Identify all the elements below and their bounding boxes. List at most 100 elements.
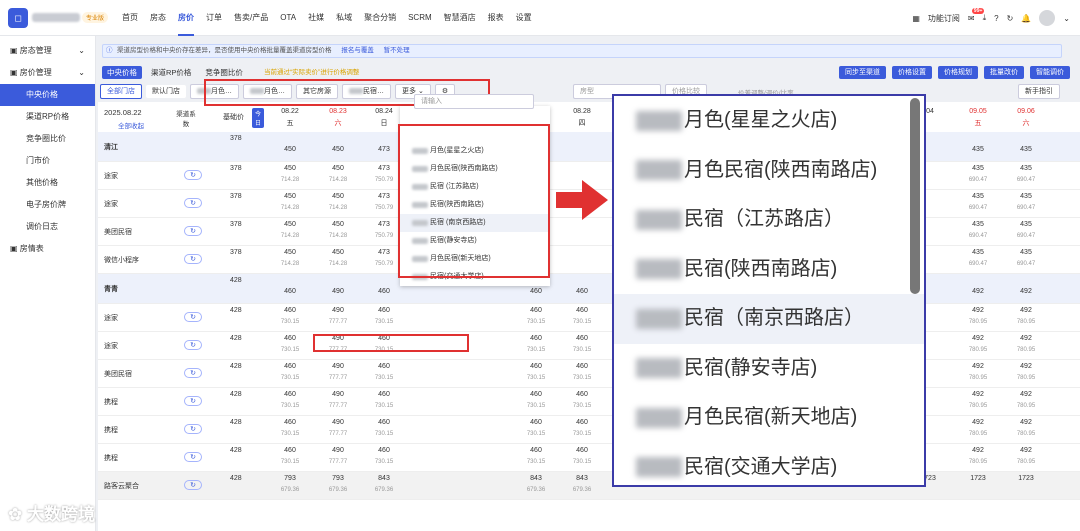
chevron-down-icon[interactable]: ⌄ [1063, 14, 1070, 23]
price-cell[interactable]: 435 [1006, 146, 1046, 153]
price-cell[interactable]: 492 [1006, 447, 1046, 454]
price-cell[interactable]: 460 [270, 419, 310, 426]
sidebar-item[interactable]: ▣ 房情表 [0, 238, 95, 260]
price-cell[interactable]: 460 [562, 447, 602, 454]
zoomed-store-option[interactable]: 月色民宿(陕西南路店) [614, 146, 924, 196]
price-cell[interactable]: 460 [270, 307, 310, 314]
price-cell[interactable]: 490 [318, 288, 358, 295]
price-cell[interactable]: 450 [270, 165, 310, 172]
channel-coef-toggle[interactable]: ↻ [184, 254, 202, 264]
channel-coef-toggle[interactable]: ↻ [184, 424, 202, 434]
price-cell[interactable]: 843 [516, 475, 556, 482]
sidebar-item[interactable]: 电子房价牌 [0, 194, 95, 216]
nav-item[interactable]: 报表 [488, 0, 504, 36]
refresh-icon[interactable]: ↻ [1007, 14, 1014, 23]
collapse-all-link[interactable]: 全部收起 [118, 120, 144, 130]
price-cell[interactable]: 435 [958, 146, 998, 153]
channel-coef-toggle[interactable]: ↻ [184, 170, 202, 180]
zoomed-store-option[interactable]: 月色(星星之火店) [614, 96, 924, 146]
price-cell[interactable]: 492 [1006, 307, 1046, 314]
price-cell[interactable]: 492 [958, 391, 998, 398]
nav-item[interactable]: OTA [280, 0, 296, 36]
channel-coef-toggle[interactable]: ↻ [184, 312, 202, 322]
price-cell[interactable]: 492 [1006, 335, 1046, 342]
sidebar-item[interactable]: 渠道RP价格 [0, 106, 95, 128]
help-icon[interactable]: ? [994, 14, 998, 23]
price-cell[interactable]: 490 [318, 447, 358, 454]
store-search-input[interactable]: 请输入 [414, 94, 534, 109]
price-cell[interactable]: 435 [958, 249, 998, 256]
price-cell[interactable]: 460 [270, 363, 310, 370]
price-cell[interactable]: 460 [562, 335, 602, 342]
price-cell[interactable]: 460 [562, 363, 602, 370]
price-cell[interactable]: 843 [364, 475, 404, 482]
price-cell[interactable]: 460 [364, 419, 404, 426]
download-icon[interactable]: ⤓ [983, 13, 987, 23]
price-cell[interactable]: 460 [364, 363, 404, 370]
price-cell[interactable]: 492 [958, 288, 998, 295]
zoomed-store-option[interactable]: 民宿(静安寺店) [614, 344, 924, 394]
channel-coef-toggle[interactable]: ↻ [184, 368, 202, 378]
price-cell[interactable]: 460 [516, 391, 556, 398]
price-cell[interactable]: 460 [364, 307, 404, 314]
zoomed-store-option[interactable]: 民宿（南京西路店） [614, 294, 924, 344]
price-cell[interactable]: 460 [516, 335, 556, 342]
price-cell[interactable]: 435 [958, 165, 998, 172]
channel-coef-toggle[interactable]: ↻ [184, 226, 202, 236]
bell-icon[interactable]: 🔔 [1021, 14, 1031, 23]
price-cell[interactable]: 492 [958, 335, 998, 342]
price-cell[interactable]: 460 [562, 419, 602, 426]
tab[interactable]: 渠道RP价格 [146, 66, 196, 79]
price-cell[interactable]: 460 [364, 447, 404, 454]
nav-item[interactable]: 房态 [150, 0, 166, 36]
price-cell[interactable]: 460 [562, 391, 602, 398]
default-store-button[interactable]: 默认门店 [146, 85, 186, 98]
price-cell[interactable]: 460 [562, 307, 602, 314]
price-cell[interactable]: 490 [318, 363, 358, 370]
price-cell[interactable]: 460 [562, 288, 602, 295]
notification-icon[interactable]: ✉ 99+ [968, 7, 985, 23]
zoomed-store-option[interactable]: 月色民宿(新天地店) [614, 393, 924, 443]
channel-coef-toggle[interactable]: ↻ [184, 452, 202, 462]
price-cell[interactable]: 793 [318, 475, 358, 482]
func-subscribe-link[interactable]: 功能订阅 [928, 13, 960, 24]
sidebar-item[interactable]: 其他价格 [0, 172, 95, 194]
app-logo[interactable]: ◻ [8, 8, 28, 28]
price-cell[interactable]: 460 [270, 335, 310, 342]
nav-item[interactable]: 聚合分销 [364, 0, 396, 36]
nav-item[interactable]: 智慧酒店 [444, 0, 476, 36]
action-button[interactable]: 价格设置 [892, 66, 932, 79]
price-cell[interactable]: 450 [318, 193, 358, 200]
sidebar-item[interactable]: 竞争圈比价 [0, 128, 95, 150]
price-cell[interactable]: 450 [318, 221, 358, 228]
price-cell[interactable]: 450 [270, 146, 310, 153]
ignore-link[interactable]: 暂不处理 [384, 47, 410, 54]
beginner-guide-button[interactable]: 新手指引 [1018, 84, 1060, 99]
price-cell[interactable]: 1723 [1006, 475, 1046, 482]
channel-coef-toggle[interactable]: ↻ [184, 396, 202, 406]
sidebar-item[interactable]: ▣ 房态管理 ⌄ [0, 40, 95, 62]
price-cell[interactable]: 460 [270, 288, 310, 295]
user-avatar[interactable] [1039, 10, 1056, 26]
channel-coef-toggle[interactable]: ↻ [184, 480, 202, 490]
nav-item[interactable]: 设置 [516, 0, 532, 36]
price-cell[interactable]: 435 [958, 221, 998, 228]
price-cell[interactable]: 450 [318, 165, 358, 172]
price-cell[interactable]: 450 [318, 249, 358, 256]
apply-override-link[interactable]: 报名与覆盖 [341, 47, 374, 54]
price-cell[interactable]: 490 [318, 391, 358, 398]
price-cell[interactable]: 492 [958, 419, 998, 426]
grid-icon[interactable]: ▦ [912, 14, 920, 23]
price-cell[interactable]: 492 [1006, 419, 1046, 426]
nav-item[interactable]: 订单 [206, 0, 222, 36]
all-stores-button[interactable]: 全部门店 [100, 84, 142, 99]
price-cell[interactable]: 492 [958, 307, 998, 314]
price-cell[interactable]: 450 [270, 193, 310, 200]
tab[interactable]: 中央价格 [102, 66, 142, 79]
price-cell[interactable]: 460 [270, 391, 310, 398]
price-cell[interactable]: 460 [516, 419, 556, 426]
nav-item[interactable]: 首页 [122, 0, 138, 36]
price-cell[interactable]: 492 [958, 447, 998, 454]
action-button[interactable]: 批量改价 [984, 66, 1024, 79]
price-cell[interactable]: 435 [1006, 249, 1046, 256]
